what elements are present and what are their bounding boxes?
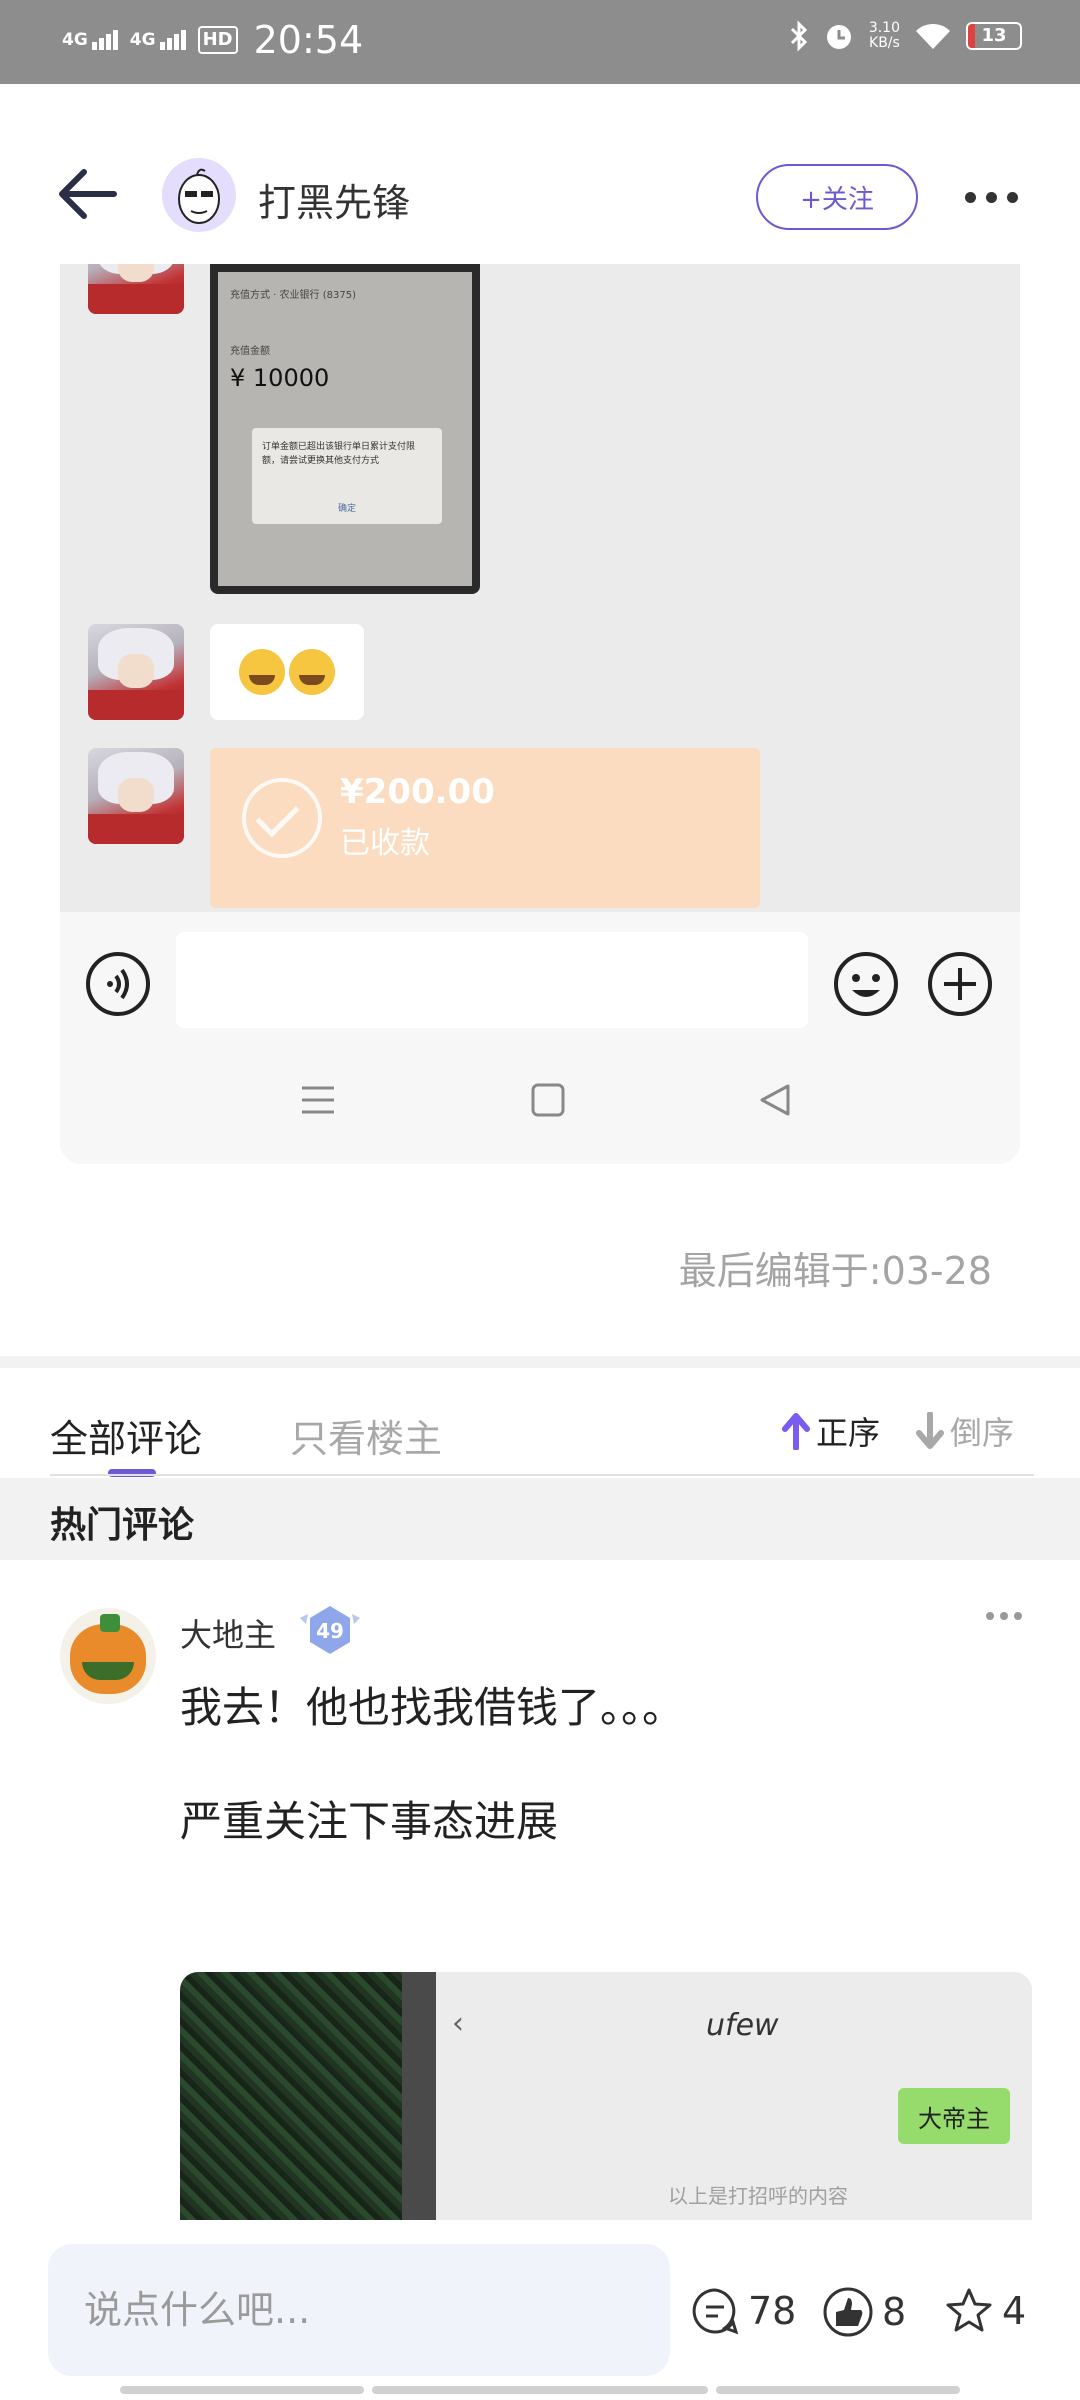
sort-descending-button[interactable]: 倒序	[916, 1408, 1014, 1454]
network-type-2: 4G	[129, 30, 156, 50]
payment-card: ¥200.00 已收款	[210, 748, 760, 908]
author-name[interactable]: 打黑先锋	[258, 172, 410, 227]
recharge-amount: ¥ 10000	[230, 364, 330, 392]
comment-more-icon[interactable]	[986, 1606, 1030, 1626]
sort-ascending-button[interactable]: 正序	[782, 1408, 880, 1454]
sort-up-icon	[782, 1413, 810, 1450]
level-badge-text: 49	[316, 1619, 344, 1643]
smile-icon	[834, 952, 898, 1016]
hd-voice-badge: HD	[197, 26, 238, 54]
comment-input[interactable]	[48, 2244, 670, 2376]
favorites-count: 4	[1002, 2289, 1027, 2333]
plus-icon	[928, 952, 992, 1016]
signal-icon-2: 4G	[130, 30, 186, 50]
dialog-text: 订单金额已超出该银行单日累计支付限额，请尝试更换其他支付方式	[262, 442, 416, 466]
hot-comments-header: 热门评论	[0, 1478, 1080, 1560]
favorite-button[interactable]: 4	[944, 2286, 1026, 2336]
bluetooth-icon	[790, 20, 807, 52]
gesture-bar	[120, 2386, 364, 2394]
post-header: 打黑先锋 +关注	[0, 84, 1080, 264]
battery-level: 13	[981, 25, 1007, 46]
like-button[interactable]: 8	[822, 2286, 906, 2338]
payment-amount: ¥200.00	[340, 772, 495, 812]
chat-avatar	[88, 264, 184, 314]
back-arrow-icon[interactable]	[52, 164, 122, 224]
bottom-action-bar: 78 8 4	[0, 2226, 1080, 2400]
home-square-icon	[531, 1083, 565, 1117]
sort-asc-label: 正序	[816, 1414, 881, 1452]
tabs-underline	[50, 1474, 1034, 1476]
chat-avatar	[88, 748, 184, 844]
battery-indicator: 13	[966, 22, 1022, 50]
emoji-message	[210, 624, 364, 720]
dialog-ok: 确定	[337, 504, 356, 514]
comment-image[interactable]: ‹ ufew 大帝主 以上是打招呼的内容	[180, 1972, 1032, 2220]
chat-avatar	[88, 624, 184, 720]
status-bar: 4G 4G HD 20:54 3.10 KB/s 13	[0, 0, 1080, 84]
comment-image-title: ufew	[706, 2008, 779, 2043]
avatar-egg-icon	[178, 168, 220, 224]
gesture-bar	[372, 2386, 708, 2394]
more-dots-icon[interactable]	[958, 182, 1024, 212]
crying-laugh-emoji-icon	[289, 649, 335, 695]
speed-unit: KB/s	[869, 35, 900, 51]
tab-author-only[interactable]: 只看楼主	[290, 1408, 442, 1463]
comments-count: 78	[748, 2289, 797, 2333]
sort-down-icon	[916, 1412, 944, 1449]
comment-icon	[692, 2288, 739, 2335]
comment-text: 我去！他也找我借钱了。。。	[180, 1683, 685, 1732]
commenter-avatar[interactable]	[60, 1608, 156, 1704]
voice-icon	[86, 952, 150, 1016]
section-divider	[0, 1356, 1080, 1368]
phone-screenshot: 充值方式 · 农业银行 (8375) 充值金额 ¥ 10000 订单金额已超出该…	[210, 264, 480, 594]
star-icon	[946, 2288, 992, 2332]
comments-count-button[interactable]: 78	[690, 2286, 796, 2336]
author-avatar[interactable]	[162, 158, 236, 232]
screenshot-text-field	[176, 932, 808, 1028]
alarm-icon	[826, 25, 851, 49]
limit-dialog: 订单金额已超出该银行单日累计支付限额，请尝试更换其他支付方式 确定	[252, 428, 442, 524]
clock: 20:54	[253, 18, 364, 62]
likes-count: 8	[882, 2290, 907, 2334]
commenter-name[interactable]: 大地主	[180, 1610, 276, 1656]
sort-desc-label: 倒序	[950, 1414, 1015, 1452]
speed-value: 3.10	[868, 20, 900, 36]
tab-all-comments[interactable]: 全部评论	[50, 1408, 202, 1463]
menu-icon	[302, 1086, 334, 1114]
battery-fill	[968, 24, 975, 48]
network-type: 4G	[62, 30, 88, 50]
like-icon	[823, 2287, 873, 2337]
screenshot-input-bar	[60, 912, 1020, 1164]
signal-icon: 4G	[62, 30, 118, 50]
comment-image-bubble: 大帝主	[898, 2088, 1010, 2144]
wifi-icon	[916, 23, 950, 49]
last-edited: 最后编辑于:03-28	[678, 1249, 992, 1293]
payment-method-row: 充值方式 · 农业银行 (8375)	[230, 290, 356, 301]
gesture-bar	[716, 2386, 960, 2394]
comment-image-note: 以上是打招呼的内容	[668, 2184, 848, 2208]
comment-text: 严重关注下事态进展	[180, 1797, 559, 1846]
post-image[interactable]: 充值方式 · 农业银行 (8375) 充值金额 ¥ 10000 订单金额已超出该…	[60, 264, 1020, 1164]
chevron-left-icon: ‹	[452, 2006, 464, 2041]
level-badge: 49	[300, 1606, 360, 1654]
hot-comments-title: 热门评论	[50, 1505, 195, 1546]
back-triangle-icon	[760, 1084, 790, 1116]
amount-label: 充值金额	[230, 346, 270, 357]
check-circle-icon	[242, 778, 322, 858]
follow-button[interactable]: +关注	[756, 164, 918, 230]
payment-status: 已收款	[340, 826, 430, 861]
network-speed: 3.10 KB/s	[869, 21, 900, 51]
crying-laugh-emoji-icon	[239, 649, 285, 695]
